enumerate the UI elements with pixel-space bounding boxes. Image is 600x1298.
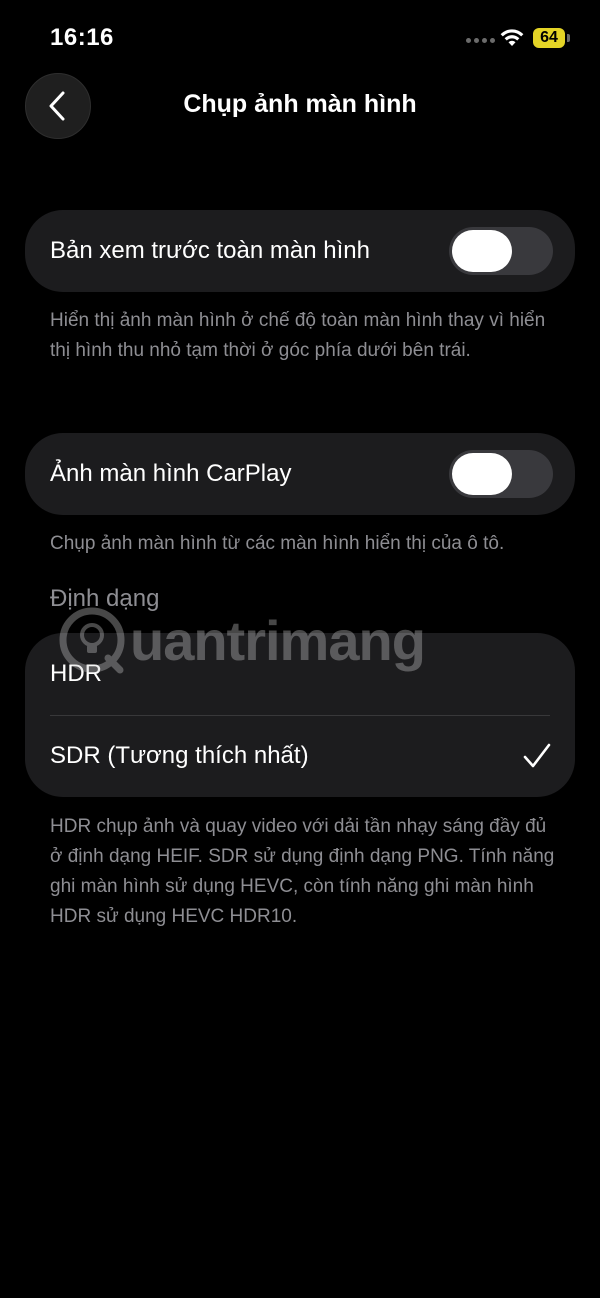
format-option-hdr[interactable]: HDR	[25, 633, 575, 715]
carplay-footnote: Chụp ảnh màn hình từ các màn hình hiển t…	[50, 533, 505, 554]
carplay-label: Ảnh màn hình CarPlay	[50, 460, 292, 487]
status-time: 16:16	[50, 24, 114, 51]
fullscreen-preview-toggle[interactable]	[449, 227, 553, 275]
format-section-header: Định dạng	[50, 585, 160, 612]
carplay-toggle[interactable]	[449, 450, 553, 498]
battery-tip	[567, 34, 570, 42]
format-card: HDR SDR (Tương thích nhất)	[25, 633, 575, 797]
fullscreen-preview-row: Bản xem trước toàn màn hình	[25, 210, 575, 292]
fullscreen-preview-card: Bản xem trước toàn màn hình	[25, 210, 575, 292]
page-title: Chụp ảnh màn hình	[183, 90, 417, 118]
cellular-signal-icon	[466, 38, 495, 43]
format-option-sdr[interactable]: SDR (Tương thích nhất)	[25, 715, 575, 797]
toggle-knob	[452, 453, 512, 495]
wifi-icon	[500, 29, 524, 46]
carplay-row: Ảnh màn hình CarPlay	[25, 433, 575, 515]
fullscreen-preview-label: Bản xem trước toàn màn hình	[50, 237, 370, 264]
format-footnote: HDR chụp ảnh và quay video với dải tần n…	[50, 816, 555, 927]
carplay-card: Ảnh màn hình CarPlay	[25, 433, 575, 515]
format-option-label: HDR	[50, 660, 102, 687]
status-bar: 16:16 64	[0, 0, 600, 76]
checkmark-icon	[523, 743, 551, 768]
format-option-label: SDR (Tương thích nhất)	[50, 742, 309, 769]
battery-indicator: 64	[533, 28, 565, 48]
fullscreen-preview-footnote: Hiển thị ảnh màn hình ở chế độ toàn màn …	[50, 310, 546, 361]
toggle-knob	[452, 230, 512, 272]
